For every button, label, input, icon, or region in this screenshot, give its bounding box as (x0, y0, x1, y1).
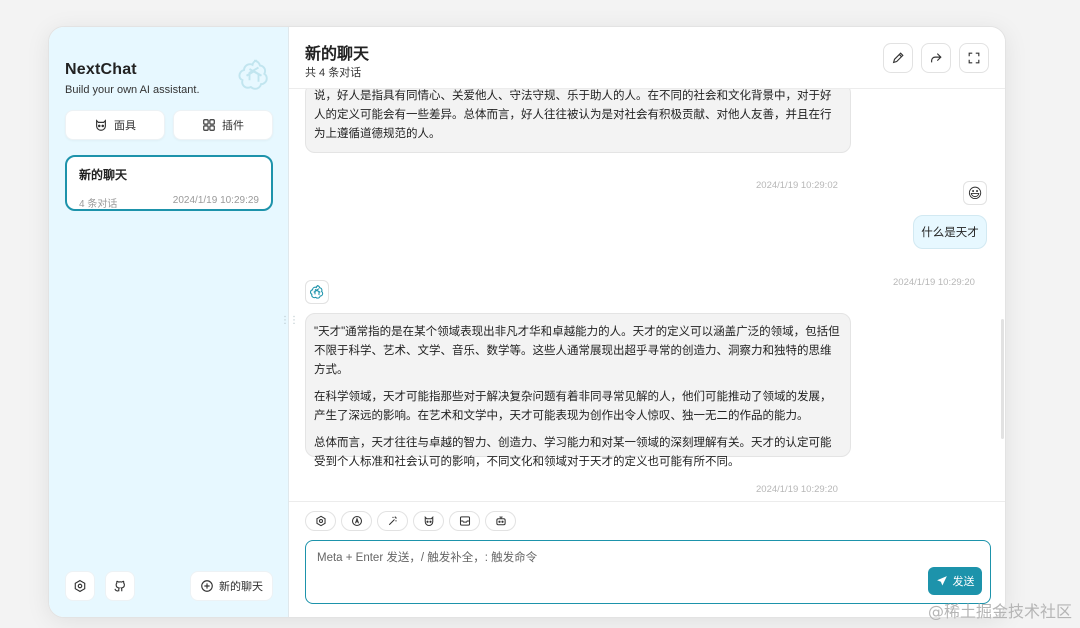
break-icon (459, 516, 470, 526)
clear-context-tool-button[interactable] (449, 511, 480, 531)
chat-main: 新的聊天 共 4 条对话 说，好人是指具有同情心、关爱他人、守法守规、乐于助人的… (289, 27, 1005, 617)
input-panel: 发送 (289, 501, 1005, 617)
session-time: 2024/1/19 10:29:29 (172, 195, 259, 206)
settings-icon (73, 579, 87, 593)
settings-icon (315, 515, 326, 527)
brand-subtitle: Build your own AI assistant. (65, 84, 200, 96)
session-meta: 4 条对话 2024/1/19 10:29:29 (79, 195, 259, 210)
mask-icon (94, 118, 108, 132)
message-text: 说，好人是指具有同情心、关爱他人、守法守规、乐于助人的人。在不同的社会和文化背景… (314, 90, 832, 140)
plugin-button[interactable]: 插件 (173, 110, 273, 140)
app-window: NextChat Build your own AI assistant. 面具… (48, 26, 1006, 618)
user-message: 什么是天才 (913, 215, 987, 249)
bot-message: 说，好人是指具有同情心、关爱他人、守法守规、乐于助人的人。在不同的社会和文化背景… (305, 89, 851, 153)
edit-icon (891, 51, 905, 65)
scrollbar[interactable] (1001, 319, 1004, 439)
chat-input[interactable] (306, 541, 990, 603)
send-button[interactable]: 发送 (928, 567, 982, 595)
message-text: 什么是天才 (921, 227, 979, 239)
chat-title[interactable]: 新的聊天 (305, 40, 369, 64)
mask-icon (424, 515, 433, 527)
settings-tool-button[interactable] (305, 511, 336, 531)
chat-toolbar (305, 511, 516, 531)
robot-icon (495, 516, 506, 526)
fullscreen-button[interactable] (959, 43, 989, 73)
sidebar: NextChat Build your own AI assistant. 面具… (49, 27, 299, 617)
message-paragraph: 总体而言，天才往往与卓越的智力、创造力、学习能力和对某一领域的深刻理解有关。天才… (314, 437, 832, 468)
plugin-label: 插件 (222, 120, 244, 132)
message-time: 2024/1/19 10:29:20 (756, 484, 838, 495)
github-icon (113, 579, 127, 593)
openai-logo-icon (309, 285, 324, 299)
share-icon (929, 51, 943, 65)
message-paragraph: "天才"通常指的是在某个领域表现出非凡才华和卓越能力的人。天才的定义可以涵盖广泛… (314, 326, 840, 376)
message-time: 2024/1/19 10:29:20 (893, 277, 975, 288)
edit-button[interactable] (883, 43, 913, 73)
chat-subtitle: 共 4 条对话 (305, 67, 362, 79)
watermark: @稀土掘金技术社区 (927, 602, 1072, 621)
settings-button[interactable] (65, 571, 95, 601)
message-paragraph: 在科学领域，天才可能指那些对于解决复杂问题有着非同寻常见解的人，他们可能推动了领… (314, 391, 832, 422)
chat-input-box: 发送 (305, 540, 991, 604)
share-button[interactable] (921, 43, 951, 73)
session-item[interactable]: 新的聊天 4 条对话 2024/1/19 10:29:29 (65, 155, 273, 211)
mask-button[interactable]: 面具 (65, 110, 165, 140)
send-label: 发送 (952, 576, 975, 588)
github-button[interactable] (105, 571, 135, 601)
auto-theme-icon (351, 515, 362, 527)
new-chat-button[interactable]: 新的聊天 (190, 571, 273, 601)
send-icon (936, 576, 947, 586)
bot-avatar (305, 280, 329, 304)
brand-title: NextChat (65, 61, 137, 78)
mask-tool-button[interactable] (413, 511, 444, 531)
brand: NextChat Build your own AI assistant. (65, 61, 200, 96)
message-time: 2024/1/19 10:29:02 (756, 180, 838, 191)
bot-message: "天才"通常指的是在某个领域表现出非凡才华和卓越能力的人。天才的定义可以涵盖广泛… (305, 313, 851, 468)
openai-logo-icon (238, 59, 268, 90)
fullscreen-icon (967, 51, 981, 65)
theme-tool-button[interactable] (341, 511, 372, 531)
sidebar-footer: 新的聊天 (65, 571, 273, 601)
sidebar-actions: 面具 插件 (65, 110, 273, 140)
prompt-tool-button[interactable] (377, 511, 408, 531)
user-avatar: 😃 (963, 181, 987, 205)
session-count: 4 条对话 (79, 199, 118, 210)
new-chat-label: 新的聊天 (219, 581, 263, 593)
mask-label: 面具 (114, 120, 136, 132)
grid-icon (202, 118, 216, 132)
chat-header: 新的聊天 共 4 条对话 (289, 27, 1005, 89)
magic-wand-icon (388, 516, 397, 526)
add-circle-icon (200, 579, 214, 593)
session-title: 新的聊天 (79, 168, 128, 182)
message-list[interactable]: 说，好人是指具有同情心、关爱他人、守法守规、乐于助人的人。在不同的社会和文化背景… (289, 89, 1005, 501)
header-actions (883, 43, 989, 73)
model-tool-button[interactable] (485, 511, 516, 531)
